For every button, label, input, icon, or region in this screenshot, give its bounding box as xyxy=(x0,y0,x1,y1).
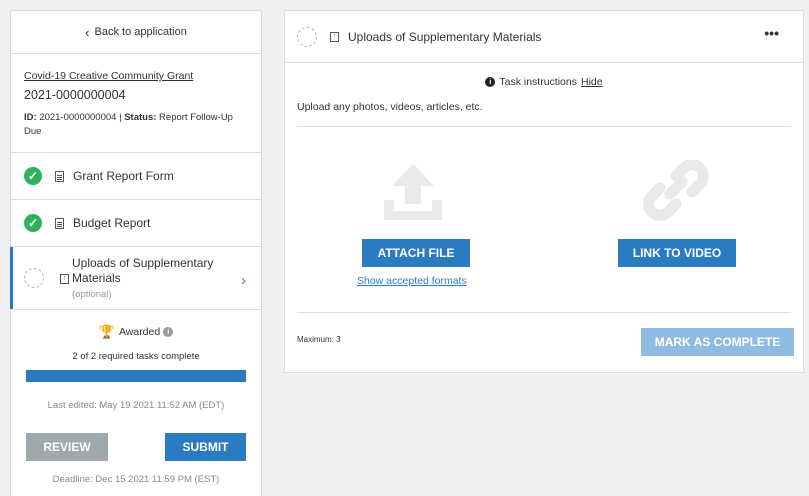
task-title: Uploads of Supplementary Materials xyxy=(348,29,542,44)
task-label: Budget Report xyxy=(73,216,151,230)
application-status: 🏆 Awarded i 2 of 2 required tasks comple… xyxy=(11,310,261,485)
action-buttons: REVIEW SUBMIT xyxy=(11,433,261,461)
status-label: Status: xyxy=(124,112,157,123)
upload-icon: ↑ xyxy=(60,273,69,284)
checkmark-icon: ✓ xyxy=(24,167,42,185)
progress-fill xyxy=(26,370,246,382)
task-description: Upload any photos, videos, articles, etc… xyxy=(297,101,483,113)
upload-area: ATTACH FILE Show accepted formats LINK T… xyxy=(285,127,803,312)
optional-note: (optional) xyxy=(72,289,112,300)
info-icon: i xyxy=(485,77,496,87)
chevron-right-icon: › xyxy=(241,272,246,289)
trophy-icon: 🏆 xyxy=(98,324,115,339)
upload-icon: ↑ xyxy=(330,31,339,42)
maximum-label: Maximum: 3 xyxy=(297,335,341,344)
show-accepted-formats-link[interactable]: Show accepted formats xyxy=(357,275,467,287)
progress-bar xyxy=(26,370,246,382)
back-label: Back to application xyxy=(94,26,187,38)
grant-name-link[interactable]: Covid-19 Creative Community Grant xyxy=(24,70,248,82)
task-label-group: Uploads of Supplementary ↑ Materials (op… xyxy=(60,256,213,300)
task-label-line1: Uploads of Supplementary xyxy=(72,256,214,270)
grant-meta: ID: 2021-0000000004 | Status: Report Fol… xyxy=(24,112,233,137)
incomplete-circle-icon xyxy=(297,26,317,47)
awarded-label: Awarded xyxy=(118,326,161,338)
info-icon[interactable]: i xyxy=(163,327,174,337)
grant-number: 2021-0000000004 xyxy=(24,88,126,102)
awarded-status: 🏆 Awarded i xyxy=(11,324,261,340)
checkmark-icon: ✓ xyxy=(24,214,42,232)
back-to-application-link[interactable]: ‹ Back to application xyxy=(11,11,261,54)
deadline: Deadline: Dec 15 2021 11:59 PM (EST) xyxy=(52,474,220,485)
last-edited: Last edited: May 19 2021 11:52 AM (EDT) xyxy=(47,400,225,411)
task-label-line2: Materials xyxy=(72,271,121,285)
required-tasks-count: 2 of 2 required tasks complete xyxy=(72,351,200,362)
mark-as-complete-button[interactable]: MARK AS COMPLETE xyxy=(641,328,794,356)
upload-arrow-icon xyxy=(384,164,442,220)
task-label: Grant Report Form xyxy=(73,169,174,183)
hide-instructions-link[interactable]: Hide xyxy=(581,76,603,88)
incomplete-circle-icon xyxy=(24,268,44,288)
task-header: ↑ Uploads of Supplementary Materials xyxy=(285,11,803,63)
instructions-label: Task instructions xyxy=(499,76,577,88)
submit-button[interactable]: SUBMIT xyxy=(165,433,246,461)
task-footer: Maximum: 3 MARK AS COMPLETE xyxy=(285,313,803,363)
review-button[interactable]: REVIEW xyxy=(26,433,108,461)
task-sidebar: ‹ Back to application Covid-19 Creative … xyxy=(10,10,262,496)
task-label-row: ↑ Materials xyxy=(60,271,213,286)
more-options-icon[interactable]: ••• xyxy=(764,25,779,41)
task-item-budget-report[interactable]: ✓ Budget Report xyxy=(11,200,261,247)
task-item-uploads-supplementary[interactable]: Uploads of Supplementary ↑ Materials (op… xyxy=(10,247,261,310)
link-chain-icon xyxy=(643,160,709,221)
task-item-grant-report-form[interactable]: ✓ Grant Report Form xyxy=(11,153,261,200)
chevron-left-icon: ‹ xyxy=(85,24,90,40)
document-icon xyxy=(55,170,64,182)
grant-info: Covid-19 Creative Community Grant 2021-0… xyxy=(11,54,261,153)
document-icon xyxy=(55,217,64,229)
attach-file-button[interactable]: ATTACH FILE xyxy=(362,239,470,267)
task-panel: ↑ Uploads of Supplementary Materials •••… xyxy=(284,10,804,373)
id-value: 2021-0000000004 xyxy=(39,112,117,123)
link-to-video-button[interactable]: LINK TO VIDEO xyxy=(618,239,736,267)
task-instructions-toggle: i Task instructions Hide xyxy=(285,76,803,88)
id-label: ID: xyxy=(24,112,37,123)
